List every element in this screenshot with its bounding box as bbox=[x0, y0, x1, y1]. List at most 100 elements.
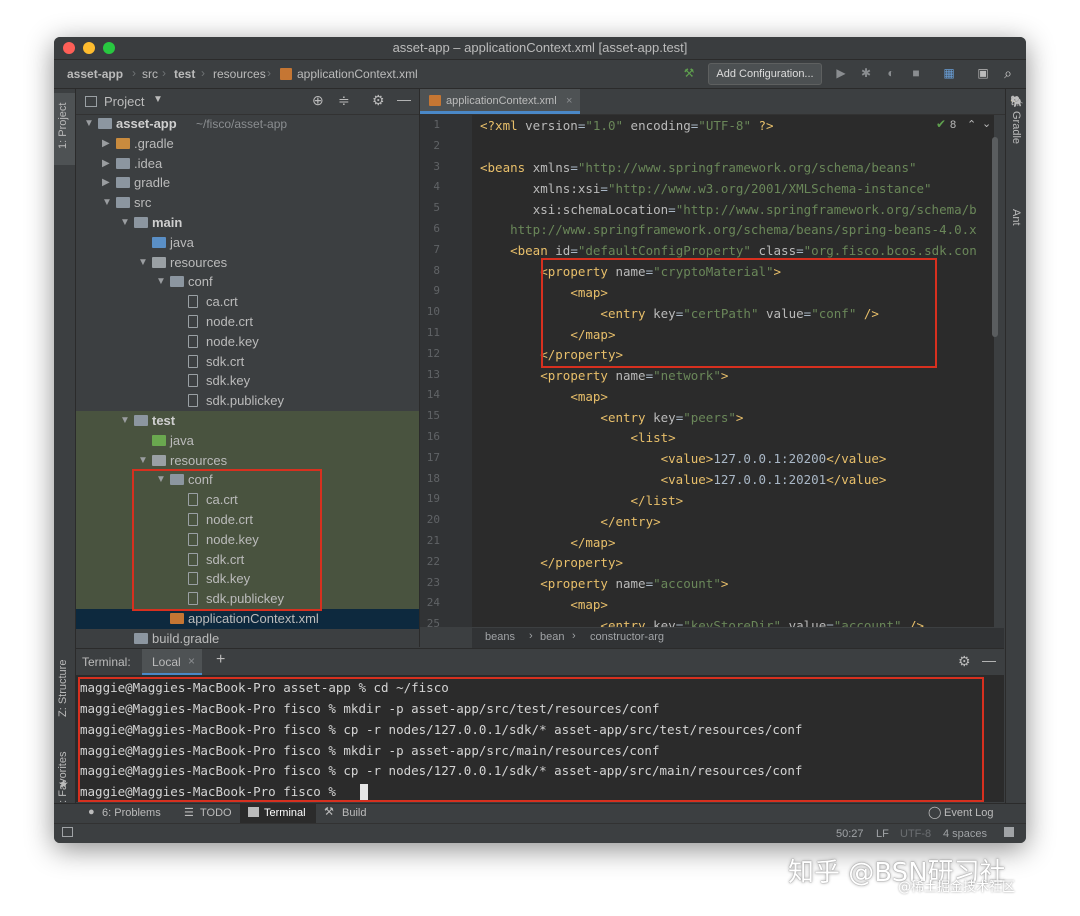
caret-position[interactable]: 50:27 bbox=[836, 828, 864, 840]
tree-item-test[interactable]: ▼ test bbox=[76, 411, 419, 431]
minimize-panel-icon[interactable]: — bbox=[397, 91, 411, 107]
tree-item-applicationcontext-xml[interactable]: applicationContext.xml bbox=[76, 609, 419, 629]
locate-icon[interactable]: ⊕ bbox=[312, 92, 324, 109]
chevron-right-icon[interactable]: ▶ bbox=[102, 134, 112, 154]
project-structure-icon[interactable]: ▦ bbox=[942, 66, 956, 80]
panel-layout-icon[interactable] bbox=[62, 827, 73, 837]
problems-tool[interactable]: 6: Problems bbox=[102, 807, 161, 819]
tree-item-sdk-key[interactable]: sdk.key bbox=[76, 569, 419, 590]
minimize-panel-icon[interactable]: — bbox=[982, 652, 996, 668]
tree-item-node-crt[interactable]: node.crt bbox=[76, 510, 419, 530]
chevron-up-icon[interactable]: ⌃ bbox=[967, 118, 976, 131]
crumb-resources[interactable]: resources bbox=[213, 67, 266, 81]
tree-item-gradle[interactable]: ▶ gradle bbox=[76, 173, 419, 193]
collapse-all-icon[interactable]: ≑ bbox=[338, 92, 350, 109]
tree-item-gradle[interactable]: ▶ .gradle bbox=[76, 134, 419, 154]
code-line-11: </map> bbox=[570, 327, 616, 342]
tree-item-asset-app[interactable]: ▼ asset-app ~/fisco/asset-app bbox=[76, 114, 419, 134]
line-separator[interactable]: LF bbox=[876, 828, 889, 840]
tree-item-sdk-publickey[interactable]: sdk.publickey bbox=[76, 391, 419, 411]
chevron-down-icon[interactable]: ▼ bbox=[156, 470, 166, 490]
crumb-file[interactable]: applicationContext.xml bbox=[297, 67, 418, 81]
tree-item-label: node.key bbox=[206, 333, 259, 349]
tree-item-build-gradle[interactable]: build.gradle bbox=[76, 629, 419, 647]
run-icon[interactable]: ▶ bbox=[834, 66, 848, 80]
line-number: 2 bbox=[433, 138, 440, 152]
tree-item-conf[interactable]: ▼ conf bbox=[76, 470, 419, 491]
debug-icon[interactable]: ✱ bbox=[859, 66, 873, 80]
close-tab-icon[interactable]: × bbox=[188, 654, 195, 668]
tree-item-label: applicationContext.xml bbox=[188, 611, 319, 626]
terminal-toggle-icon[interactable]: ▣ bbox=[976, 66, 990, 80]
coverage-icon[interactable]: ◐ bbox=[884, 66, 898, 80]
chevron-right-icon[interactable]: ▶ bbox=[102, 173, 112, 193]
tree-item-java[interactable]: java bbox=[76, 430, 419, 451]
project-view-selector[interactable]: Project bbox=[104, 94, 144, 109]
tree-item-main[interactable]: ▼ main bbox=[76, 213, 419, 233]
new-tab-icon[interactable]: + bbox=[216, 651, 225, 669]
folder-icon bbox=[116, 177, 130, 189]
lock-icon[interactable] bbox=[1004, 827, 1014, 837]
tree-item-java[interactable]: java bbox=[76, 233, 419, 253]
ant-tool-label[interactable]: Ant bbox=[1010, 209, 1022, 226]
tree-item-sdk-key[interactable]: sdk.key bbox=[76, 371, 419, 391]
code-editor[interactable]: <?xml version="1.0" encoding="UTF-8" ?> … bbox=[472, 115, 994, 627]
tree-item-node-key[interactable]: node.key bbox=[76, 332, 419, 352]
tree-item-resources[interactable]: ▼ resources bbox=[76, 450, 419, 471]
close-tab-icon[interactable]: × bbox=[566, 90, 572, 112]
search-icon[interactable]: ⌕ bbox=[1001, 66, 1015, 80]
tree-item-ca-crt[interactable]: ca.crt bbox=[76, 490, 419, 511]
gradle-icon bbox=[134, 632, 148, 644]
breadcrumb-constructor-arg[interactable]: constructor-arg bbox=[590, 631, 664, 643]
file-icon bbox=[188, 354, 198, 368]
chevron-down-icon[interactable]: ▼ bbox=[120, 213, 130, 233]
tree-item-sdk-crt[interactable]: sdk.crt bbox=[76, 549, 419, 570]
build-tool[interactable]: Build bbox=[342, 807, 366, 819]
inspection-check-icon[interactable]: ✔ bbox=[936, 117, 946, 131]
tree-item-sdk-crt[interactable]: sdk.crt bbox=[76, 352, 419, 372]
chevron-down-icon[interactable]: ▼ bbox=[120, 411, 130, 431]
editor-scrollbar[interactable] bbox=[992, 137, 998, 337]
add-configuration-button[interactable]: Add Configuration... bbox=[708, 63, 822, 85]
indent-setting[interactable]: 4 spaces bbox=[943, 828, 987, 840]
chevron-down-icon[interactable]: ▼ bbox=[102, 193, 112, 213]
gear-icon[interactable]: ⚙ bbox=[372, 92, 385, 109]
crumb-src[interactable]: src bbox=[142, 67, 158, 81]
tree-item-node-key[interactable]: node.key bbox=[76, 529, 419, 550]
tab-applicationcontext-xml[interactable]: applicationContext.xml × bbox=[420, 89, 580, 114]
todo-tool[interactable]: TODO bbox=[200, 807, 232, 819]
tree-item-conf[interactable]: ▼ conf bbox=[76, 272, 419, 292]
terminal-body[interactable]: maggie@Maggies-MacBook-Pro asset-app % c… bbox=[76, 675, 1004, 802]
breadcrumb-bean[interactable]: bean bbox=[540, 631, 564, 643]
crumb-project[interactable]: asset-app bbox=[67, 67, 123, 81]
structure-tool-label[interactable]: Z: Structure bbox=[57, 660, 69, 717]
file-encoding[interactable]: UTF-8 bbox=[900, 828, 931, 840]
gradle-tool-label[interactable]: Gradle bbox=[1010, 111, 1022, 144]
gear-icon[interactable]: ⚙ bbox=[958, 653, 971, 670]
chevron-down-icon[interactable]: ▼ bbox=[84, 114, 94, 134]
tree-item-sdk-publickey[interactable]: sdk.publickey bbox=[76, 589, 419, 610]
terminal-tool-tab[interactable]: Terminal bbox=[240, 804, 316, 824]
chevron-right-icon[interactable]: ▶ bbox=[102, 154, 112, 174]
stop-icon[interactable]: ■ bbox=[909, 66, 923, 80]
project-tool-label[interactable]: 1: Project bbox=[57, 103, 69, 149]
tree-item-label: ca.crt bbox=[206, 294, 238, 310]
tree-item-resources[interactable]: ▼ resources bbox=[76, 253, 419, 273]
chevron-down-icon[interactable]: ▼ bbox=[138, 253, 148, 273]
crumb-test[interactable]: test bbox=[174, 67, 195, 81]
tree-item-ca-crt[interactable]: ca.crt bbox=[76, 292, 419, 312]
hammer-icon[interactable]: ⚒ bbox=[682, 66, 696, 80]
chevron-down-icon[interactable]: ▼ bbox=[156, 272, 166, 292]
chevron-down-icon[interactable]: ▼ bbox=[153, 94, 163, 105]
event-log-tool[interactable]: Event Log bbox=[944, 807, 994, 819]
tab-local[interactable]: Local × bbox=[142, 649, 202, 675]
chevron-down-icon[interactable]: ▼ bbox=[138, 451, 148, 471]
close-window-button[interactable] bbox=[63, 42, 75, 54]
tree-item-idea[interactable]: ▶ .idea bbox=[76, 154, 419, 174]
tree-item-node-crt[interactable]: node.crt bbox=[76, 312, 419, 332]
chevron-down-icon[interactable]: ⌄ bbox=[982, 117, 991, 130]
minimize-window-button[interactable] bbox=[83, 42, 95, 54]
zoom-window-button[interactable] bbox=[103, 42, 115, 54]
breadcrumb-beans[interactable]: beans bbox=[485, 631, 515, 643]
tree-item-src[interactable]: ▼ src bbox=[76, 193, 419, 213]
